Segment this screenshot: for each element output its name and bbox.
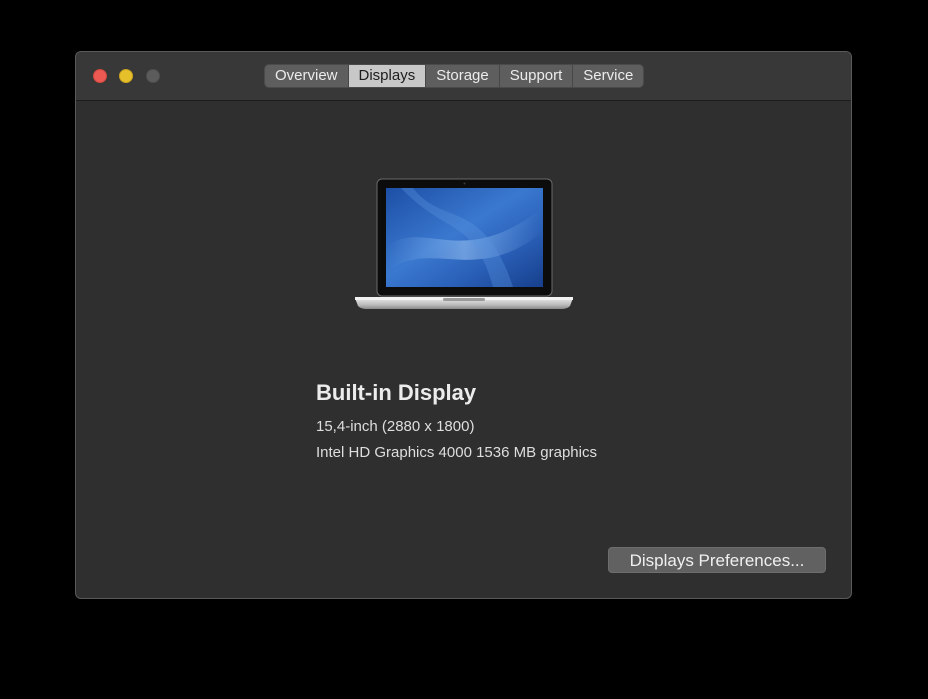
tab-service[interactable]: Service bbox=[573, 65, 643, 87]
tab-bar: Overview Displays Storage Support Servic… bbox=[264, 64, 645, 88]
display-size: 15,4-inch (2880 x 1800) bbox=[316, 418, 475, 435]
tab-storage[interactable]: Storage bbox=[426, 65, 500, 87]
display-name: Built-in Display bbox=[316, 380, 477, 405]
display-info: Built-in Display 15,4-inch (2880 x 1800)… bbox=[316, 380, 597, 470]
about-this-mac-window: Overview Displays Storage Support Servic… bbox=[75, 51, 852, 599]
displays-preferences-button[interactable]: Displays Preferences... bbox=[608, 547, 826, 573]
graphics-info: Intel HD Graphics 4000 1536 MB graphics bbox=[316, 444, 597, 461]
minimize-window-button[interactable] bbox=[119, 69, 133, 83]
zoom-window-button[interactable] bbox=[146, 69, 160, 83]
tab-support[interactable]: Support bbox=[500, 65, 574, 87]
close-window-button[interactable] bbox=[93, 69, 107, 83]
tab-overview[interactable]: Overview bbox=[265, 65, 349, 87]
tab-displays[interactable]: Displays bbox=[348, 65, 427, 87]
laptop-icon bbox=[355, 178, 573, 309]
title-bar: Overview Displays Storage Support Servic… bbox=[76, 52, 851, 101]
